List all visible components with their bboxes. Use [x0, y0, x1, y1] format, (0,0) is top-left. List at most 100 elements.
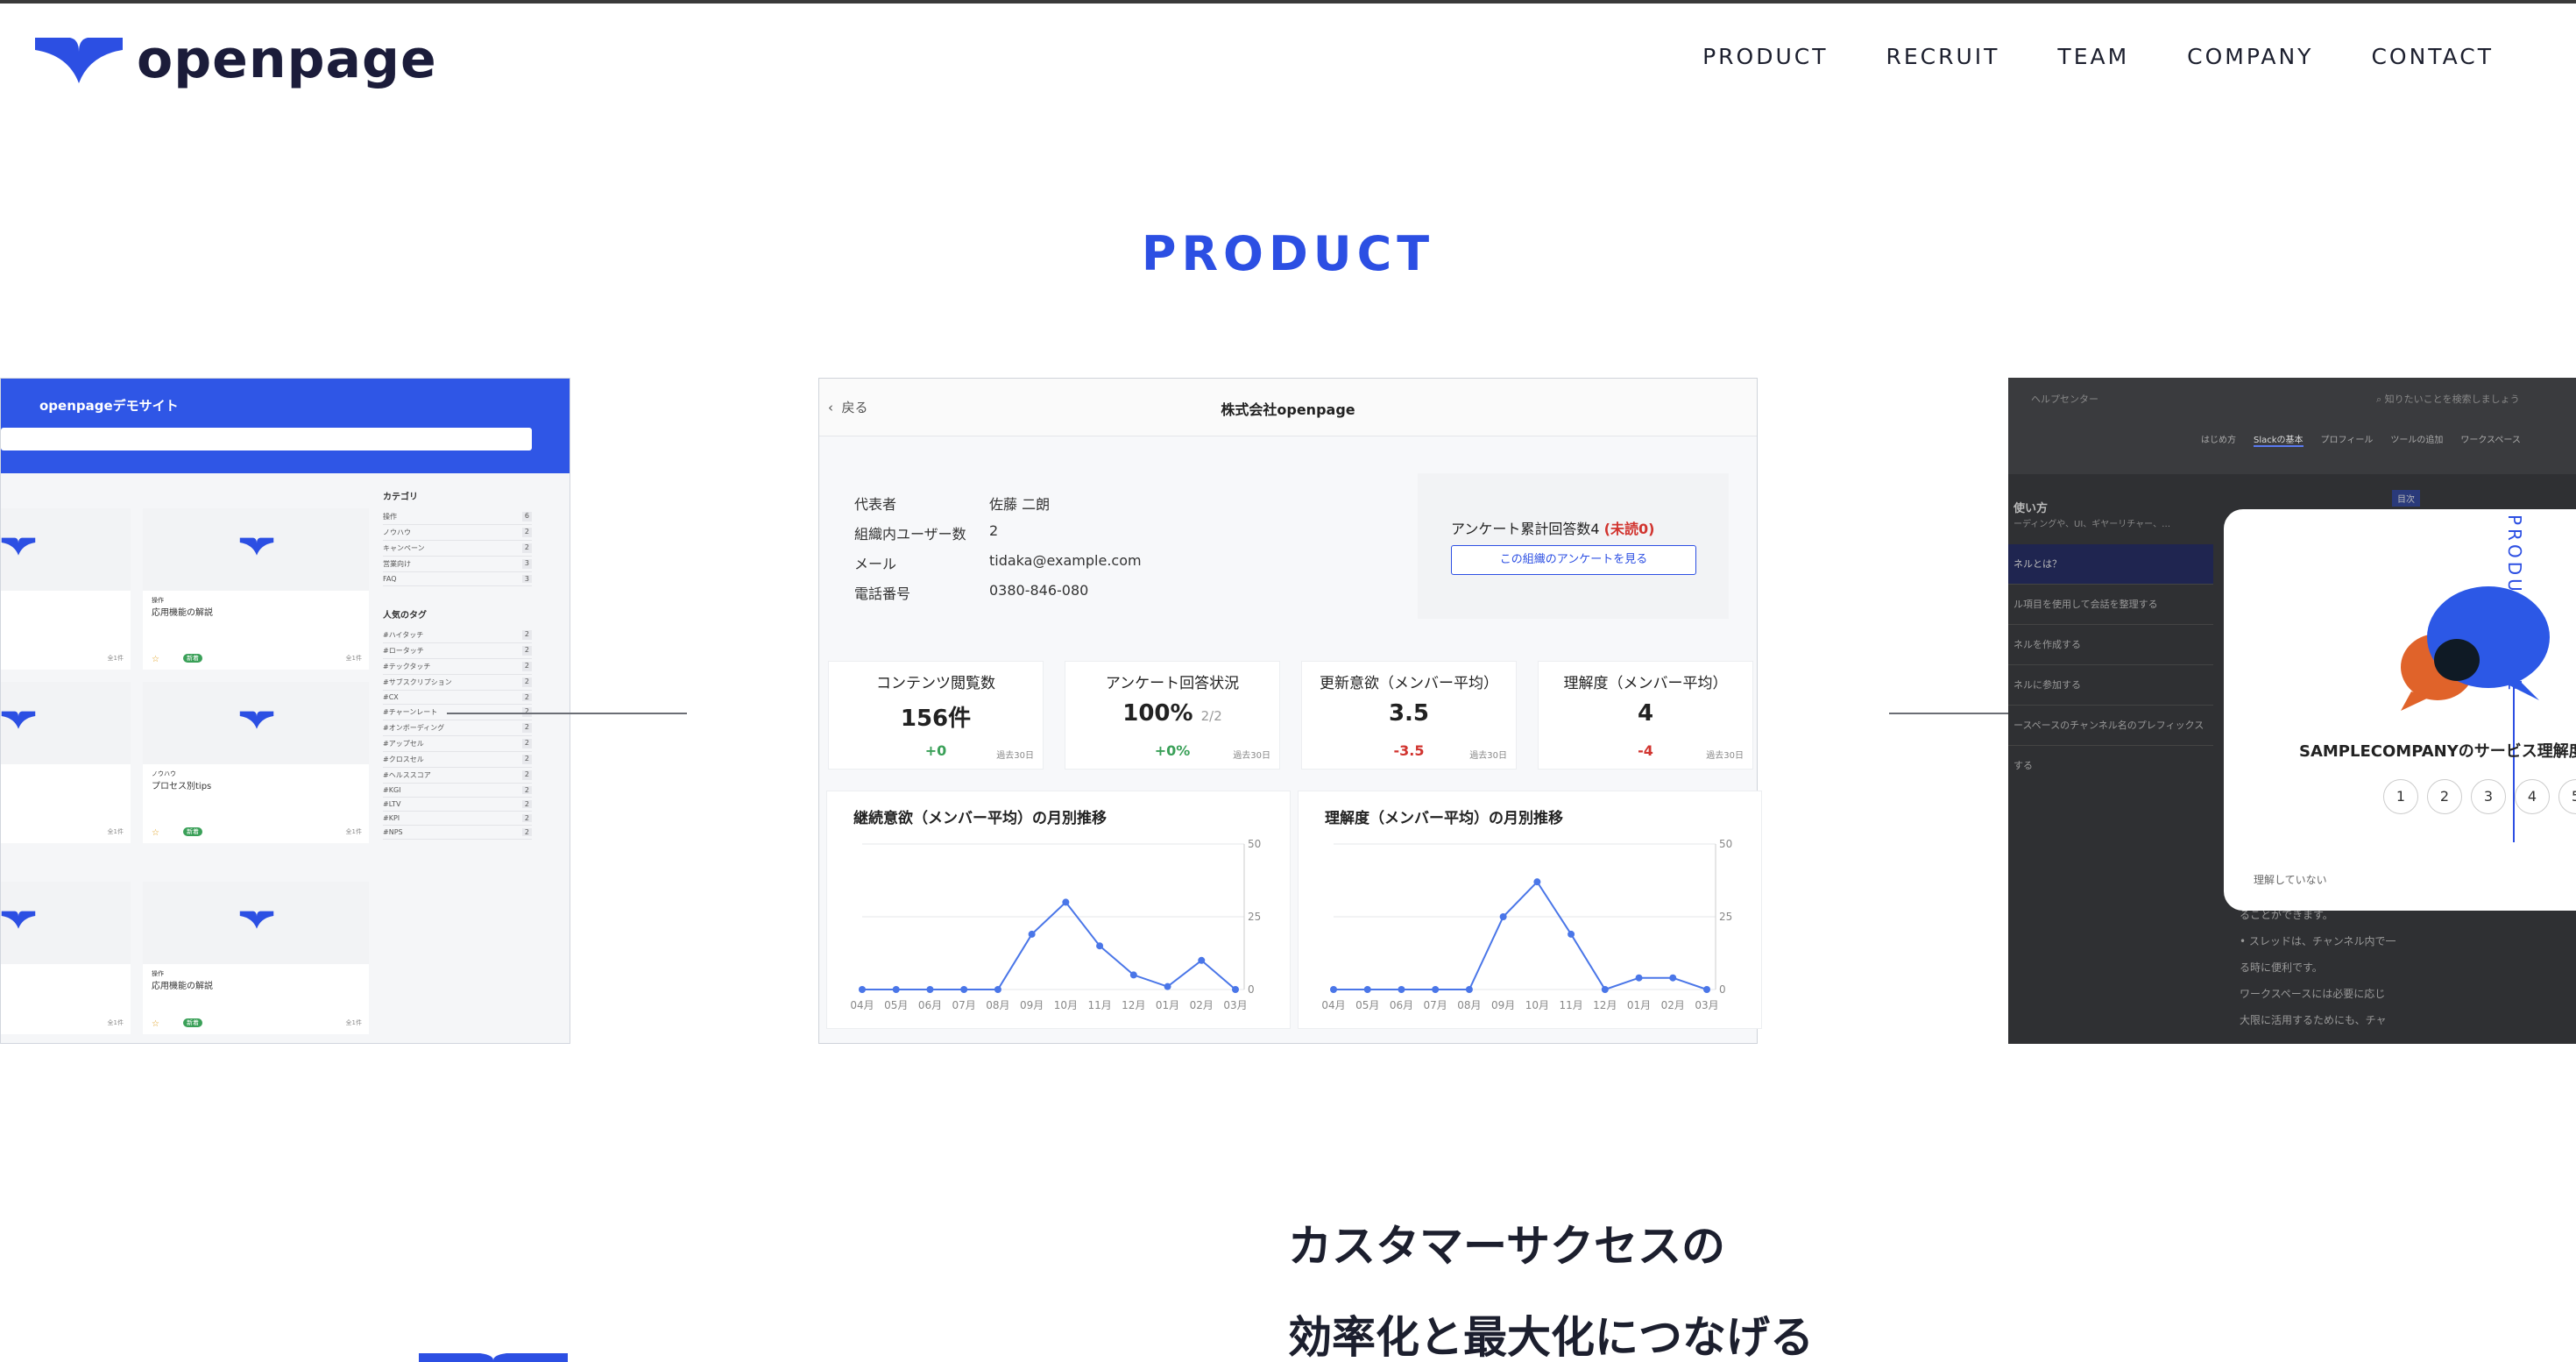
article-meta: 全1件: [345, 655, 362, 662]
kpi-value-number: 156件: [900, 706, 972, 732]
sidebar-item-label: FAQ: [383, 575, 397, 583]
sidebar-item-count: 2: [521, 739, 532, 748]
series-line: [862, 900, 1236, 990]
product-screenshot-dashboard[interactable]: ‹ 戻る 株式会社openpage 代表者 佐藤 二朗 組織内ユーザー数 2 メール ti…: [818, 378, 1762, 1044]
top-border: [0, 0, 2576, 4]
help-tab[interactable]: Slackの基本: [2254, 432, 2304, 447]
article-card[interactable]: 全1件: [1, 508, 131, 670]
info-key: メール: [854, 556, 897, 572]
help-tab[interactable]: はじめ方: [2201, 432, 2236, 447]
sidebar-item-label: #クロスセル: [383, 755, 424, 763]
rating-option[interactable]: 4: [2515, 779, 2550, 814]
toc-badge: 目次: [2392, 490, 2420, 507]
star-icon[interactable]: ☆: [152, 828, 159, 838]
line-chart: 50 25 0 04月 05月 06月 07月 08月 09月 10月 11月 12月 01月 02月 03…: [1321, 838, 1732, 1011]
x-tick-label: 12月: [1122, 999, 1145, 1011]
sidebar-item[interactable]: #ハイタッチ 2: [383, 628, 532, 643]
x-tick-label: 09月: [1491, 999, 1515, 1011]
help-sidebar-item[interactable]: ネルを作成する: [2008, 625, 2213, 665]
sidebar-item[interactable]: #アップセル 2: [383, 736, 532, 752]
rating-option[interactable]: 3: [2471, 779, 2506, 814]
sidebar-item[interactable]: #NPS 2: [383, 826, 532, 840]
x-tick-label: 03月: [1695, 999, 1718, 1011]
sidebar-item-label: 操作: [383, 513, 397, 521]
x-tick-label: 06月: [918, 999, 942, 1011]
product-screenshot-knowledge-site[interactable]: openpageデモサイト 全1件操作応用機能の解説全1件新着☆て全1件ノウハウ…: [0, 378, 570, 1044]
logo[interactable]: openpage: [33, 33, 437, 86]
nav-company[interactable]: COMPANY: [2187, 44, 2313, 69]
help-search: ⌕ 知りたいことを検索しましょう: [2376, 392, 2520, 406]
help-sidebar-item[interactable]: ースペースのチャンネル名のプレフィックスする: [2008, 706, 2213, 771]
sidebar-item[interactable]: キャンペーン 2: [383, 541, 532, 557]
sidebar-item[interactable]: ノウハウ 2: [383, 525, 532, 541]
sidebar-item[interactable]: #KPI 2: [383, 812, 532, 826]
data-point: [1703, 986, 1710, 993]
x-tick-label: 01月: [1627, 999, 1651, 1011]
data-point: [1432, 986, 1440, 993]
y-tick-label: 50: [1248, 838, 1261, 850]
sidebar-item-label: #CX: [383, 693, 399, 701]
help-search-placeholder: 知りたいことを検索しましょう: [2384, 394, 2520, 405]
y-tick-label: 25: [1719, 911, 1732, 923]
kpi-name: 理解度（メンバー平均）: [1563, 675, 1728, 692]
view-surveys-button[interactable]: この組織のアンケートを見る: [1451, 545, 1696, 575]
y-tick-label: 0: [1248, 983, 1255, 996]
data-point: [1635, 974, 1643, 982]
article-card[interactable]: 全1件: [1, 882, 131, 1034]
survey-popup[interactable]: PRODUCT PAGE SAMPLECOMPANYのサービス理解度を教 123…: [2224, 509, 2576, 911]
nav-team[interactable]: TEAM: [2057, 44, 2129, 69]
rating-option[interactable]: 1: [2383, 779, 2418, 814]
sidebar-item[interactable]: #ロータッチ 2: [383, 643, 532, 659]
sidebar-item-count: 2: [521, 543, 532, 553]
nav-product[interactable]: PRODUCT: [1702, 44, 1828, 69]
kpi-period: 過去30日: [1233, 751, 1270, 761]
x-tick-label: 08月: [986, 999, 1009, 1011]
help-sidebar-item[interactable]: ネルに参加する: [2008, 665, 2213, 706]
sidebar-item[interactable]: #テックタッチ 2: [383, 659, 532, 675]
product-screenshot-help-center[interactable]: ヘルプセンター ⌕ 知りたいことを検索しましょう はじめ方 Slackの基本 プロフ…: [2008, 378, 2576, 1044]
sidebar-item[interactable]: #クロスセル 2: [383, 752, 532, 768]
info-key: 電話番号: [854, 585, 911, 602]
star-icon[interactable]: ☆: [152, 1019, 159, 1029]
help-sidebar-item[interactable]: ル項目を使用して会話を整理する: [2008, 585, 2213, 625]
sidebar-item[interactable]: #サブスクリプション 2: [383, 675, 532, 691]
help-body-text: る時に便利です。: [2240, 961, 2323, 974]
x-tick-label: 08月: [1457, 999, 1481, 1011]
x-tick-label: 11月: [1087, 999, 1111, 1011]
data-point: [1096, 942, 1104, 950]
survey-unread: (未読0): [1603, 521, 1655, 537]
sidebar-item[interactable]: 営業向け 3: [383, 557, 532, 572]
data-point: [1330, 986, 1337, 993]
sidebar-item[interactable]: #ヘルススコア 2: [383, 768, 532, 784]
info-value: 0380-846-080: [989, 582, 1089, 599]
info-value: 2: [989, 522, 999, 539]
article-card[interactable]: 操作 応用機能の解説 全1件 新着 ☆: [143, 508, 369, 670]
sidebar-item[interactable]: #KGI 2: [383, 784, 532, 798]
x-tick-label: 06月: [1390, 999, 1413, 1011]
data-point: [859, 986, 866, 993]
article-card[interactable]: て全1件: [1, 682, 131, 843]
rating-option[interactable]: 2: [2427, 779, 2462, 814]
star-icon[interactable]: ☆: [152, 655, 159, 664]
article-card[interactable]: ノウハウ プロセス別tips 全1件 新着 ☆: [143, 682, 369, 843]
help-tab[interactable]: ツールの追加: [2390, 432, 2443, 447]
article-card[interactable]: 操作 応用機能の解説 全1件 新着 ☆: [143, 882, 369, 1034]
sidebar-item[interactable]: #CX 2: [383, 691, 532, 705]
sidebar-item[interactable]: FAQ 3: [383, 572, 532, 586]
sidebar-item-count: 2: [521, 630, 532, 640]
data-point: [994, 986, 1001, 993]
nav-recruit[interactable]: RECRUIT: [1886, 44, 1999, 69]
help-tab[interactable]: ワークスペース: [2460, 432, 2521, 447]
sidebar-item[interactable]: 操作 6: [383, 509, 532, 525]
help-sidebar-item[interactable]: ネルとは？: [2008, 544, 2213, 585]
data-point: [1129, 971, 1137, 979]
tags-title: 人気のタグ: [383, 611, 427, 621]
help-center-header: ヘルプセンター ⌕ 知りたいことを検索しましょう はじめ方 Slackの基本 プロフ…: [2008, 378, 2576, 474]
demo-site-search: [1, 428, 532, 450]
nav-contact[interactable]: CONTACT: [2371, 44, 2494, 69]
new-badge: 新着: [183, 654, 202, 663]
rating-option[interactable]: 5: [2558, 779, 2576, 814]
sidebar-item[interactable]: #LTV 2: [383, 798, 532, 812]
help-tab[interactable]: プロフィール: [2321, 432, 2374, 447]
sidebar-item[interactable]: #オンボーディング 2: [383, 720, 532, 736]
